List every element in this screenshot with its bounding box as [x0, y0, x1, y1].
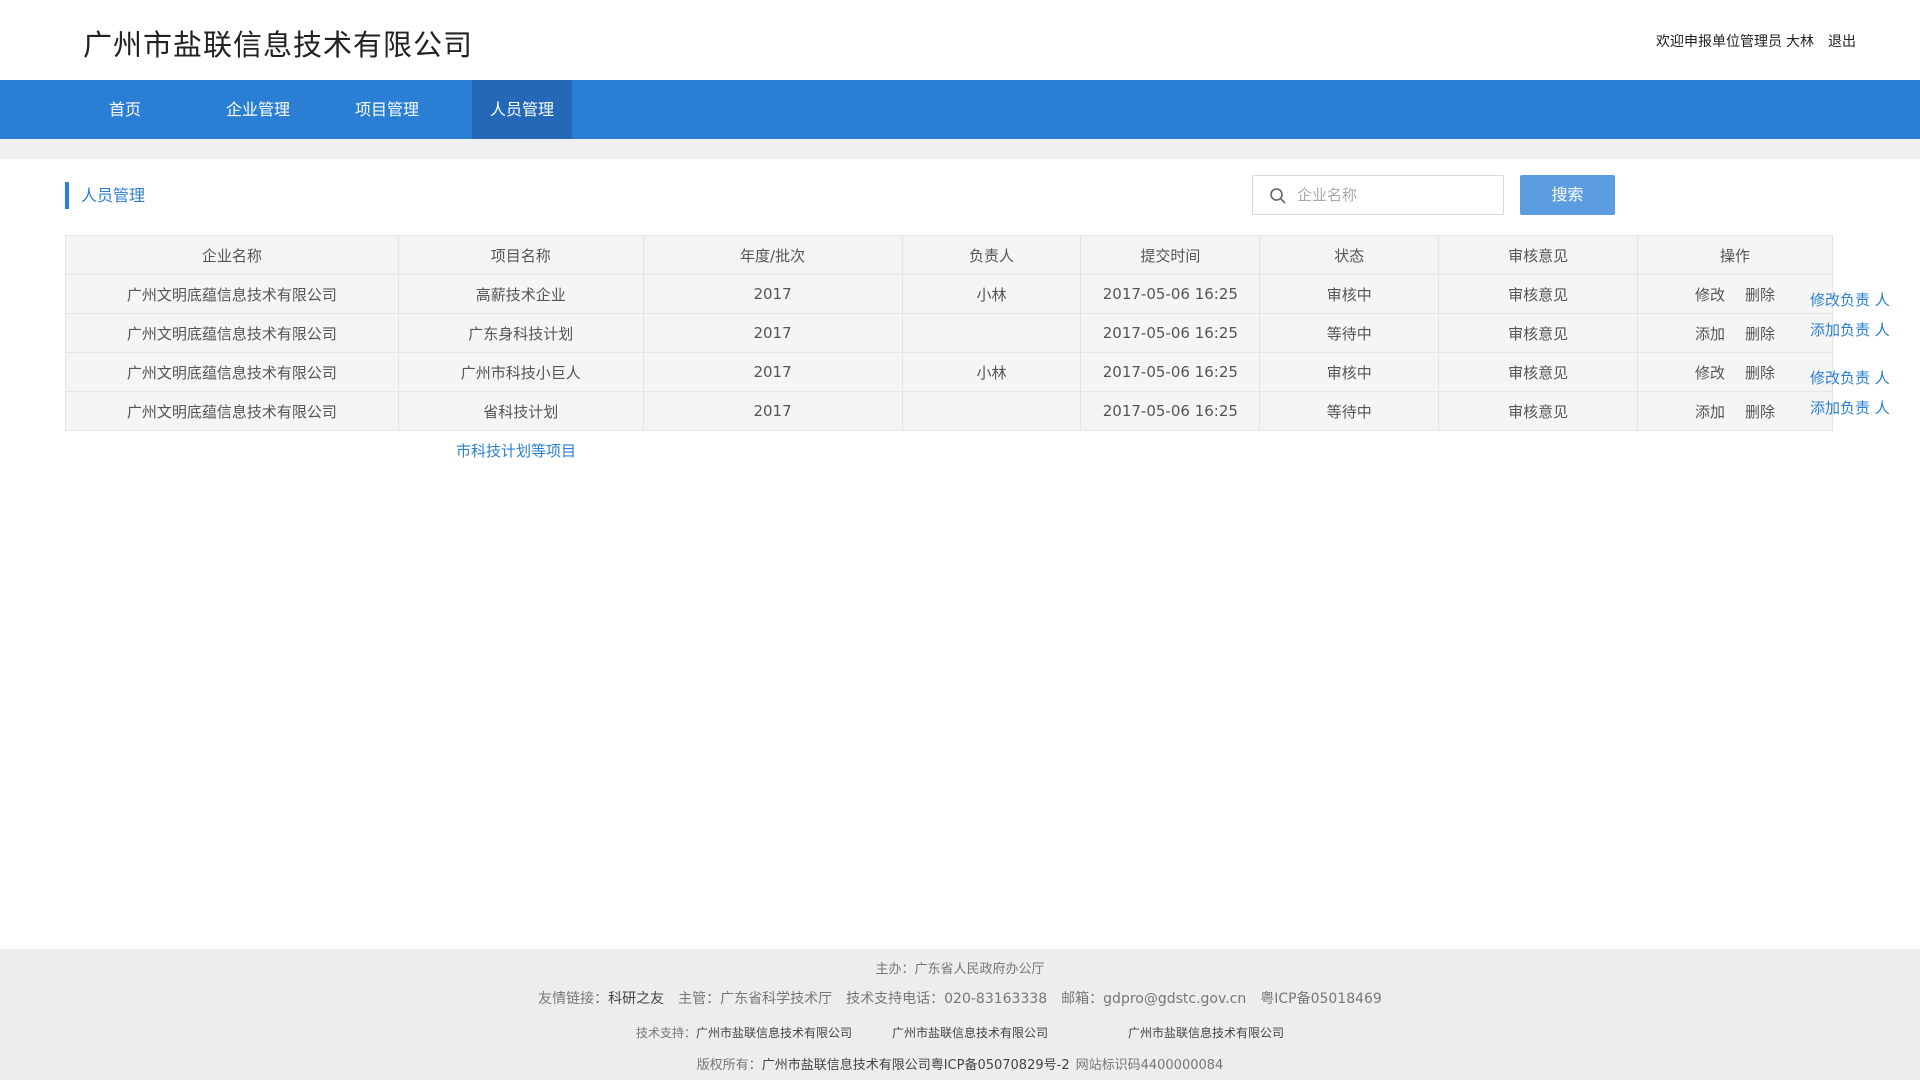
nav-divider [0, 139, 1920, 159]
footer-icp: 粤ICP备05018469 [1260, 991, 1382, 1007]
add-owner-link[interactable]: 添加负责 人 [1810, 319, 1890, 340]
year-cell: 2017 [642, 391, 903, 431]
column-header: 年度/批次 [642, 235, 903, 275]
footer-host-row: 主办：广东省人民政府办公厅 [0, 958, 1920, 977]
site-id: 网站标识码4400000084 [1075, 1058, 1224, 1073]
column-header: 操作 [1637, 235, 1833, 275]
copyright-icp: 粤ICP备05070829号-2 [930, 1058, 1070, 1073]
friend-link[interactable]: 科研之友 [608, 991, 664, 1007]
search-button[interactable]: 搜索 [1520, 175, 1615, 215]
more-projects-link[interactable]: 市科技计划等项目 [456, 440, 576, 461]
table-row: 广州文明底蕴信息技术有限公司 广东身科技计划 2017 2017-05-06 1… [65, 313, 1833, 353]
logout-link[interactable]: 退出 [1828, 34, 1856, 50]
edit-button[interactable]: 修改 [1695, 286, 1725, 304]
status-link[interactable]: 等待中 [1259, 391, 1440, 431]
review-link[interactable]: 审核意见 [1438, 313, 1639, 353]
time-cell: 2017-05-06 16:25 [1080, 352, 1261, 392]
add-button[interactable]: 添加 [1695, 403, 1725, 421]
add-owner-link[interactable]: 添加负责 人 [1810, 397, 1890, 418]
owner-cell [901, 391, 1082, 431]
company-cell: 广州文明底蕴信息技术有限公司 [65, 274, 399, 314]
company-cell: 广州文明底蕴信息技术有限公司 [65, 391, 399, 431]
table-row: 广州文明底蕴信息技术有限公司 高薪技术企业 2017 小林 2017-05-06… [65, 274, 1833, 314]
status-link[interactable]: 审核中 [1259, 274, 1440, 314]
company-cell: 广州文明底蕴信息技术有限公司 [65, 313, 399, 353]
edit-owner-link[interactable]: 修改负责 人 [1810, 367, 1890, 388]
ops-cell: 修改 删除 [1637, 352, 1833, 392]
year-cell: 2017 [642, 274, 903, 314]
column-header: 审核意见 [1438, 235, 1639, 275]
time-cell: 2017-05-06 16:25 [1080, 313, 1261, 353]
personnel-table: 企业名称 项目名称 年度/批次 负责人 提交时间 状态 审核意见 操作 广州文明… [65, 235, 1833, 431]
status-link[interactable]: 审核中 [1259, 352, 1440, 392]
footer-copyright-label: 版权所有： [696, 1058, 762, 1073]
footer-support-row: 技术支持：广州市盐联信息技术有限公司 广州市盐联信息技术有限公司 广州市盐联信息技术… [0, 1024, 1920, 1041]
nav-item-home[interactable]: 首页 [85, 80, 165, 139]
status-link[interactable]: 等待中 [1259, 313, 1440, 353]
footer-links-label: 友情链接： [538, 991, 609, 1007]
owner-cell [901, 313, 1082, 353]
review-link[interactable]: 审核意见 [1438, 391, 1639, 431]
column-header: 状态 [1259, 235, 1440, 275]
footer-email: 邮箱：gdpro@gdstc.gov.cn [1061, 991, 1247, 1007]
project-link[interactable]: 省科技计划 [397, 391, 644, 431]
nav-item-personnel[interactable]: 人员管理 [472, 80, 572, 139]
delete-button[interactable]: 删除 [1745, 364, 1775, 382]
user-name: 大林 [1786, 34, 1814, 50]
year-cell: 2017 [642, 352, 903, 392]
footer-copyright-row: 版权所有：广州市盐联信息技术有限公司粤ICP备05070829号-2 网站标识码4… [0, 1054, 1920, 1073]
time-cell: 2017-05-06 16:25 [1080, 391, 1261, 431]
time-cell: 2017-05-06 16:25 [1080, 274, 1261, 314]
footer: 主办：广东省人民政府办公厅 友情链接：科研之友 主管：广东省科学技术厅 技术支持电话… [0, 949, 1920, 1080]
column-header: 提交时间 [1080, 235, 1261, 275]
table-row: 广州文明底蕴信息技术有限公司 省科技计划 2017 2017-05-06 16:… [65, 391, 1833, 431]
delete-button[interactable]: 删除 [1745, 403, 1775, 421]
search-box [1252, 175, 1504, 215]
project-link[interactable]: 广东身科技计划 [397, 313, 644, 353]
welcome-text: 欢迎申报单位管理员 [1656, 34, 1782, 50]
site-title: 广州市盐联信息技术有限公司 [83, 28, 474, 62]
support-company-1: 广州市盐联信息技术有限公司 [695, 1026, 852, 1040]
column-header: 项目名称 [397, 235, 644, 275]
owner-cell: 小林 [901, 352, 1082, 392]
table-row: 广州文明底蕴信息技术有限公司 广州市科技小巨人 2017 小林 2017-05-… [65, 352, 1833, 392]
owner-cell: 小林 [901, 274, 1082, 314]
project-link[interactable]: 广州市科技小巨人 [397, 352, 644, 392]
footer-info-row: 友情链接：科研之友 主管：广东省科学技术厅 技术支持电话：020-83163338 邮… [0, 988, 1920, 1008]
search-input[interactable] [1297, 184, 1493, 206]
table-header-row: 企业名称 项目名称 年度/批次 负责人 提交时间 状态 审核意见 操作 [65, 235, 1833, 275]
ops-cell: 修改 删除 [1637, 274, 1833, 314]
search-icon [1270, 188, 1286, 204]
support-company-3: 广州市盐联信息技术有限公司 [1128, 1026, 1285, 1040]
add-button[interactable]: 添加 [1695, 325, 1725, 343]
review-link[interactable]: 审核意见 [1438, 352, 1639, 392]
support-company-2: 广州市盐联信息技术有限公司 [892, 1026, 1049, 1040]
review-link[interactable]: 审核意见 [1438, 274, 1639, 314]
footer-support-label: 技术支持： [635, 1026, 696, 1040]
column-header: 负责人 [901, 235, 1082, 275]
nav-item-company[interactable]: 企业管理 [215, 80, 301, 139]
section-title: 人员管理 [65, 182, 145, 209]
column-header: 企业名称 [65, 235, 399, 275]
delete-button[interactable]: 删除 [1745, 325, 1775, 343]
nav-item-project[interactable]: 项目管理 [344, 80, 430, 139]
edit-button[interactable]: 修改 [1695, 364, 1725, 382]
project-link[interactable]: 高薪技术企业 [397, 274, 644, 314]
welcome-bar: 欢迎申报单位管理员 大林 退出 [1652, 31, 1856, 51]
top-header: 广州市盐联信息技术有限公司 欢迎申报单位管理员 大林 退出 [0, 0, 1920, 80]
year-cell: 2017 [642, 313, 903, 353]
company-cell: 广州文明底蕴信息技术有限公司 [65, 352, 399, 392]
copyright-company: 广州市盐联信息技术有限公司 [761, 1058, 931, 1073]
main-nav: 首页 企业管理 项目管理 人员管理 [0, 80, 1920, 139]
footer-phone: 技术支持电话：020-83163338 [846, 991, 1048, 1007]
footer-supervisor: 主管：广东省科学技术厅 [678, 991, 833, 1007]
delete-button[interactable]: 删除 [1745, 286, 1775, 304]
edit-owner-link[interactable]: 修改负责 人 [1810, 289, 1890, 310]
footer-host: 主办：广东省人民政府办公厅 [875, 962, 1045, 977]
ops-cell: 添加 删除 [1637, 391, 1833, 431]
ops-cell: 添加 删除 [1637, 313, 1833, 353]
